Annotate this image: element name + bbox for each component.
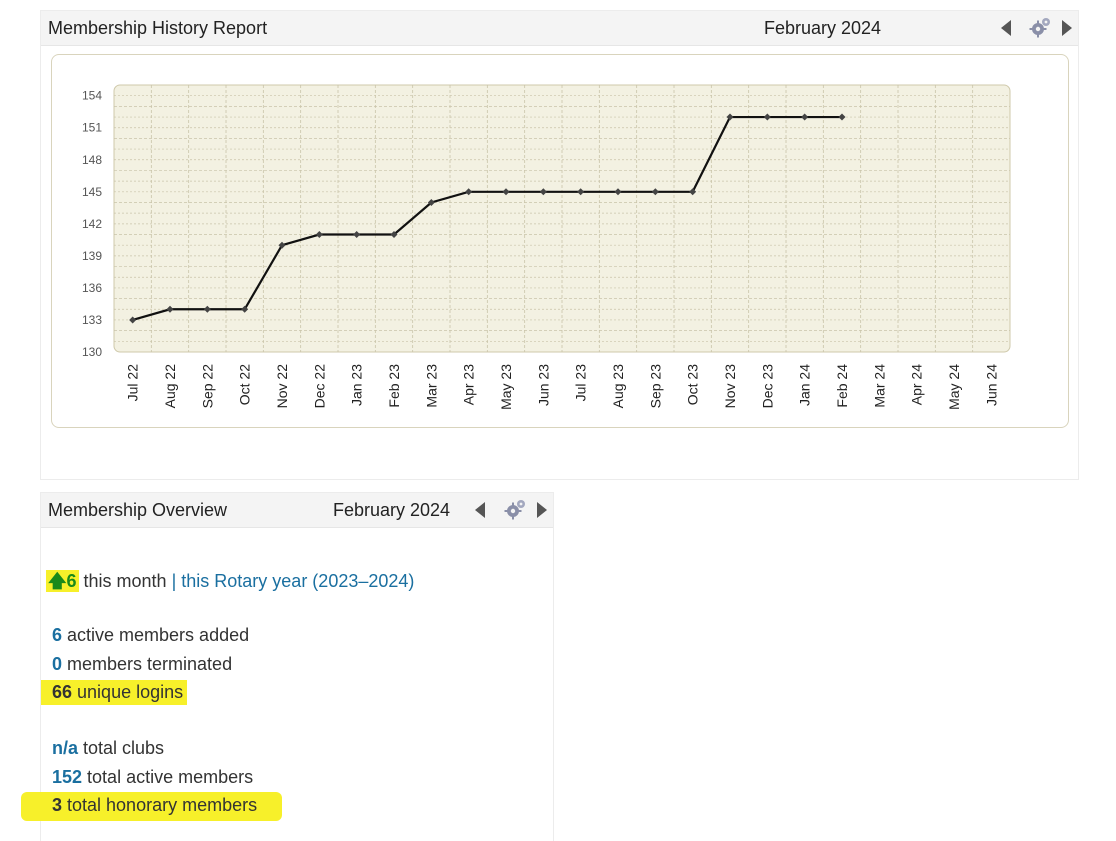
x-tick-label: Jul 22 — [125, 364, 141, 402]
stat-honorary: 3 total honorary members — [21, 792, 283, 821]
monthly-change-highlight: 🡅6 — [46, 570, 79, 592]
membership-overview-panel: Membership Overview February 2024 🡅6 thi… — [21, 492, 554, 841]
x-tick-label: Apr 24 — [909, 364, 925, 405]
x-tick-label: Feb 23 — [386, 364, 402, 408]
x-tick-label: Apr 23 — [461, 364, 477, 405]
x-tick-label: Oct 23 — [685, 364, 701, 405]
y-tick-label: 151 — [82, 121, 102, 135]
stat-terminated: 0 members terminated — [52, 654, 232, 675]
stat-value: 152 — [52, 767, 83, 787]
history-panel-header: Membership History Report February 2024 — [41, 11, 1078, 46]
x-tick-label: Jan 24 — [797, 364, 813, 406]
overview-panel-title: Membership Overview — [48, 500, 228, 520]
gear-icon[interactable] — [504, 498, 528, 520]
stat-label: active members added — [62, 625, 250, 645]
x-tick-label: Sep 22 — [199, 364, 215, 409]
monthly-change-value: 6 — [66, 571, 77, 591]
stat-total-clubs: n/a total clubs — [52, 738, 164, 759]
x-tick-label: Sep 23 — [647, 364, 663, 409]
x-tick-label: Aug 22 — [162, 364, 178, 409]
x-tick-label: Mar 23 — [423, 364, 439, 408]
x-tick-label: Jun 23 — [535, 364, 551, 406]
up-arrow-icon: 🡅 — [48, 571, 67, 591]
y-tick-label: 136 — [82, 281, 102, 295]
stat-unique-logins: 66 unique logins — [41, 680, 188, 705]
stat-label: total active members — [82, 767, 254, 787]
y-tick-label: 145 — [82, 185, 102, 199]
membership-history-panel: Membership History Report February 2024 … — [40, 10, 1079, 480]
chevron-left-icon[interactable] — [475, 502, 485, 518]
monthly-change-line: 🡅6 this month | this Rotary year (2023–2… — [46, 569, 414, 599]
history-month-label: February 2024 — [764, 18, 882, 38]
x-tick-label: Aug 23 — [610, 364, 626, 409]
history-chart: 130 133 136 139 142 145 148 151 154 Jul 22 Aug 22 S… — [51, 54, 1069, 428]
stat-value: n/a — [52, 738, 79, 758]
x-tick-label: Jul 23 — [573, 364, 589, 402]
gear-icon[interactable] — [1029, 16, 1053, 38]
stat-label: total clubs — [78, 738, 165, 758]
x-tick-label: May 23 — [498, 364, 514, 410]
y-tick-label: 133 — [82, 313, 102, 327]
stat-value: 6 — [52, 625, 63, 645]
y-tick-label: 142 — [82, 217, 102, 231]
x-tick-label: Dec 23 — [759, 364, 775, 409]
x-tick-label: Nov 22 — [274, 364, 290, 409]
stat-value: 66 — [52, 682, 73, 702]
rotary-year-link[interactable]: this Rotary year (2023–2024) — [181, 571, 414, 591]
x-tick-label: Mar 24 — [871, 364, 887, 408]
stat-label: members terminated — [62, 654, 233, 674]
y-tick-label: 154 — [82, 89, 102, 103]
x-tick-label: Nov 23 — [722, 364, 738, 409]
x-tick-label: Dec 22 — [311, 364, 327, 409]
x-tick-label: Jun 24 — [983, 364, 999, 406]
x-tick-label: May 24 — [946, 364, 962, 410]
history-line-chart: 130 133 136 139 142 145 148 151 154 Jul 22 Aug 22 S… — [82, 84, 1011, 410]
x-tick-label: Oct 22 — [237, 364, 253, 405]
overview-panel-header: Membership Overview February 2024 — [41, 493, 553, 528]
x-tick-label: Feb 24 — [834, 364, 850, 408]
y-tick-label: 148 — [82, 153, 102, 167]
chevron-right-icon[interactable] — [537, 502, 547, 518]
y-tick-label: 130 — [82, 345, 102, 359]
chevron-left-icon[interactable] — [1001, 20, 1011, 36]
stat-label: total honorary members — [62, 795, 258, 815]
stat-value: 0 — [52, 654, 63, 674]
chevron-right-icon[interactable] — [1062, 20, 1072, 36]
stat-total-active: 152 total active members — [52, 767, 253, 788]
stat-active-added: 6 active members added — [52, 625, 249, 646]
stat-value: 3 — [52, 795, 63, 815]
history-panel-title: Membership History Report — [48, 18, 268, 38]
overview-month-label: February 2024 — [333, 500, 451, 520]
y-tick-label: 139 — [82, 249, 102, 263]
stat-label: unique logins — [72, 682, 184, 702]
change-separator: | — [166, 571, 182, 591]
x-tick-label: Jan 23 — [349, 364, 365, 406]
monthly-change-label: this month — [78, 571, 167, 591]
